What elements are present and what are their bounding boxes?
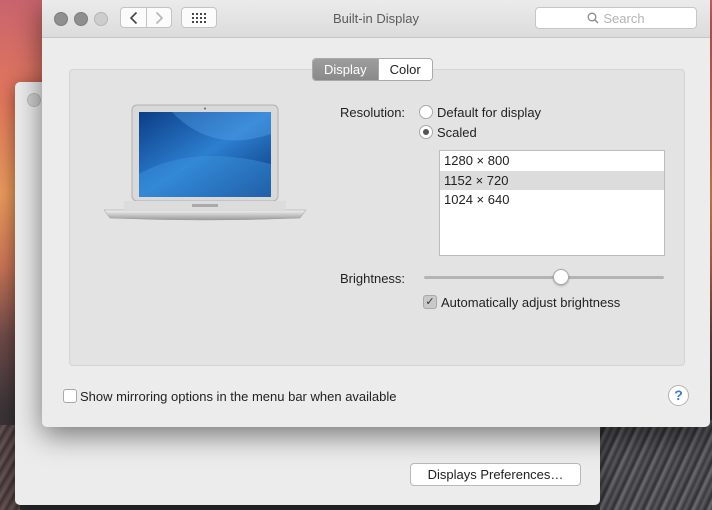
mirroring-label: Show mirroring options in the menu bar w… bbox=[80, 389, 397, 404]
search-field[interactable]: Search bbox=[535, 7, 697, 29]
radio-scaled[interactable] bbox=[419, 125, 433, 139]
resolution-option[interactable]: 1024 × 640 bbox=[440, 190, 664, 210]
search-icon bbox=[587, 12, 599, 24]
mirroring-checkbox[interactable] bbox=[63, 389, 77, 403]
brightness-slider[interactable] bbox=[424, 276, 664, 279]
auto-brightness-label: Automatically adjust brightness bbox=[441, 295, 621, 310]
resolution-option[interactable]: 1280 × 800 bbox=[440, 151, 664, 171]
resolution-option-selected[interactable]: 1152 × 720 bbox=[440, 170, 664, 190]
help-button[interactable]: ? bbox=[668, 385, 689, 406]
segmented-tabs: Display Color bbox=[312, 58, 433, 81]
resolution-label: Resolution: bbox=[340, 105, 406, 120]
displays-preferences-button[interactable]: Displays Preferences… bbox=[410, 463, 581, 486]
radio-scaled-label: Scaled bbox=[437, 125, 477, 140]
background-window-close-button[interactable] bbox=[27, 93, 41, 107]
brightness-label: Brightness: bbox=[340, 271, 406, 286]
resolution-list[interactable]: 1280 × 800 1152 × 720 1024 × 640 bbox=[439, 150, 665, 256]
tab-display[interactable]: Display bbox=[313, 59, 378, 80]
desktop-wallpaper bbox=[600, 420, 712, 510]
radio-default-label: Default for display bbox=[437, 105, 542, 120]
search-placeholder: Search bbox=[603, 10, 645, 26]
radio-default-for-display[interactable] bbox=[419, 105, 433, 119]
auto-brightness-checkbox[interactable]: ✓ bbox=[423, 295, 437, 309]
laptop-image bbox=[103, 104, 307, 221]
titlebar: Built-in Display Search bbox=[42, 0, 710, 38]
brightness-slider-knob[interactable] bbox=[552, 269, 569, 285]
built-in-display-window: Built-in Display Search Display Color Re… bbox=[42, 0, 710, 427]
tab-color[interactable]: Color bbox=[377, 59, 432, 80]
